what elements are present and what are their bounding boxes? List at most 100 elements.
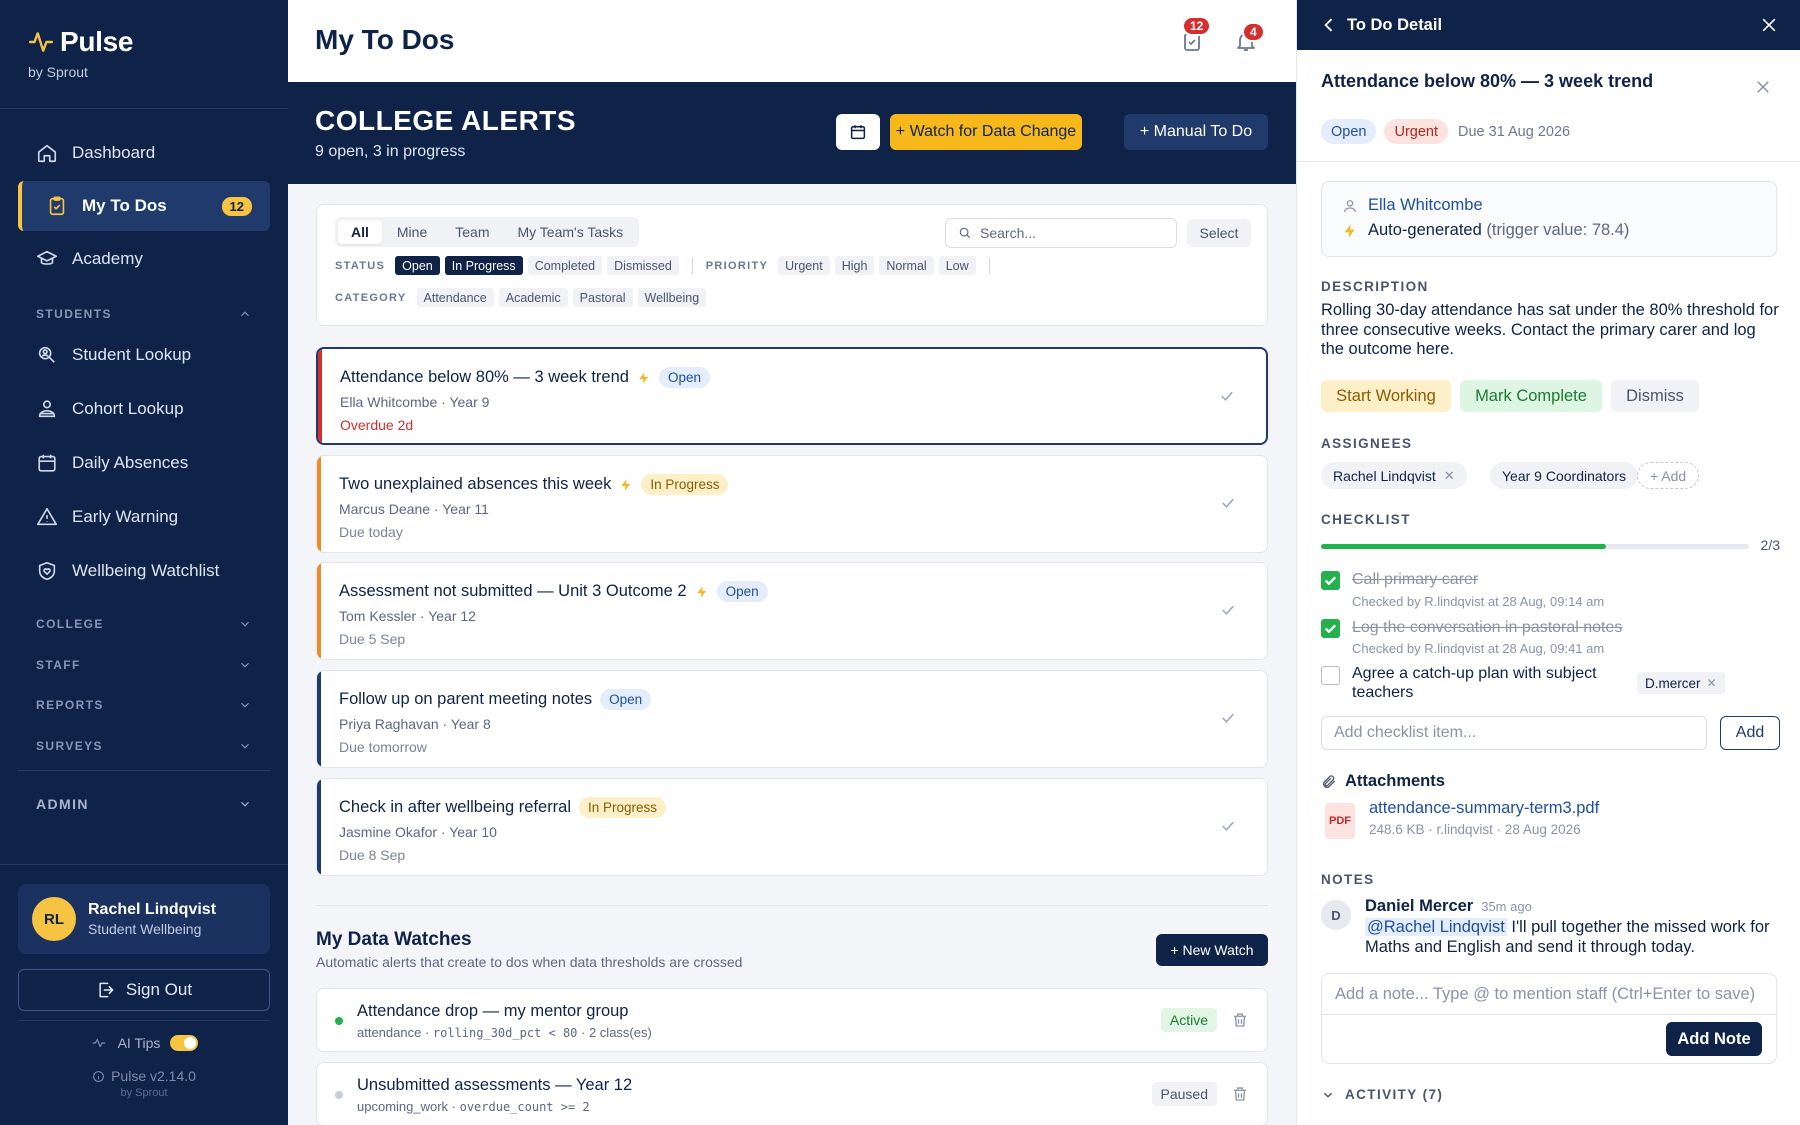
checklist-assignee-chip[interactable]: D.mercer ✕ bbox=[1637, 672, 1725, 694]
section-staff[interactable]: STAFF bbox=[36, 658, 252, 672]
activity-toggle[interactable]: ACTIVITY (7) bbox=[1321, 1087, 1443, 1102]
add-checklist-input[interactable]: Add checklist item... bbox=[1321, 716, 1707, 750]
chip-priority-urgent[interactable]: Urgent bbox=[778, 256, 830, 275]
todo-card[interactable]: Follow up on parent meeting notes Open Pri… bbox=[316, 670, 1268, 768]
tab-all[interactable]: All bbox=[338, 220, 382, 244]
todo-title: Two unexplained absences this week bbox=[339, 475, 612, 493]
chip-category-attendance[interactable]: Attendance bbox=[416, 288, 494, 307]
tab-my-teams-tasks[interactable]: My Team's Tasks bbox=[504, 220, 636, 244]
close-icon[interactable] bbox=[1754, 78, 1772, 96]
assignee-name: Rachel Lindqvist bbox=[1333, 467, 1436, 484]
section-reports[interactable]: REPORTS bbox=[36, 698, 252, 712]
status-badge[interactable]: Paused bbox=[1151, 1082, 1217, 1106]
add-assignee-button[interactable]: + Add bbox=[1637, 462, 1700, 489]
check-icon[interactable] bbox=[1219, 709, 1237, 727]
todo-due: Due tomorrow bbox=[339, 739, 427, 755]
section-surveys[interactable]: SURVEYS bbox=[36, 739, 252, 753]
nav-item-early-warning[interactable]: Early Warning bbox=[18, 492, 270, 542]
user-card[interactable]: RL Rachel Lindqvist Student Wellbeing bbox=[18, 884, 270, 954]
todo-due: Due 5 Sep bbox=[339, 631, 406, 647]
brand-logo[interactable]: Pulse bbox=[28, 26, 134, 58]
user-role: Student Wellbeing bbox=[88, 921, 202, 937]
divider bbox=[0, 864, 288, 865]
student-name-link[interactable]: Ella Whitcombe bbox=[1368, 196, 1483, 215]
section-college[interactable]: COLLEGE bbox=[36, 617, 252, 631]
check-icon[interactable] bbox=[1219, 494, 1237, 512]
trash-icon[interactable] bbox=[1231, 1011, 1249, 1029]
watch-row[interactable]: Attendance drop — my mentor group attend… bbox=[316, 988, 1268, 1052]
chip-category-pastoral[interactable]: Pastoral bbox=[572, 288, 633, 307]
todo-due: Overdue 2d bbox=[340, 417, 414, 433]
tab-team[interactable]: Team bbox=[442, 220, 502, 244]
paperclip-icon bbox=[1323, 774, 1335, 788]
assignee-chip[interactable]: Year 9 Coordinators bbox=[1490, 462, 1639, 489]
attachments-label: Attachments bbox=[1345, 772, 1445, 790]
manual-todo-button[interactable]: + Manual To Do bbox=[1124, 114, 1268, 150]
calendar-button[interactable] bbox=[836, 114, 880, 150]
dismiss-button[interactable]: Dismiss bbox=[1611, 380, 1699, 412]
todo-card[interactable]: Assessment not submitted — Unit 3 Outcom… bbox=[316, 562, 1268, 660]
todo-title: Attendance below 80% — 3 week trend bbox=[340, 368, 629, 386]
remove-icon[interactable]: ✕ bbox=[1707, 676, 1717, 690]
tab-mine[interactable]: Mine bbox=[384, 220, 440, 244]
mark-complete-button[interactable]: Mark Complete bbox=[1460, 380, 1602, 412]
nav-item-my-todos[interactable]: My To Dos 12 bbox=[18, 181, 270, 231]
add-note-button[interactable]: Add Note bbox=[1666, 1022, 1762, 1056]
nav-item-academy[interactable]: Academy bbox=[18, 234, 270, 284]
chip-status-completed[interactable]: Completed bbox=[527, 256, 603, 275]
trash-icon[interactable] bbox=[1231, 1085, 1249, 1103]
check-icon[interactable] bbox=[1219, 601, 1237, 619]
section-admin[interactable]: ADMIN bbox=[36, 796, 252, 812]
avatar: D bbox=[1321, 900, 1351, 930]
todo-title-row: Check in after wellbeing referral In Prog… bbox=[339, 797, 667, 818]
watch-data-change-button[interactable]: + Watch for Data Change bbox=[890, 114, 1082, 150]
ai-tips-toggle[interactable] bbox=[170, 1035, 199, 1051]
nav-item-cohort-lookup[interactable]: Cohort Lookup bbox=[18, 384, 270, 434]
chip-category-academic[interactable]: Academic bbox=[498, 288, 568, 307]
nav-item-student-lookup[interactable]: Student Lookup bbox=[18, 330, 270, 380]
home-icon bbox=[37, 144, 57, 163]
assignee-chip[interactable]: Rachel Lindqvist ✕ bbox=[1321, 462, 1467, 489]
select-button[interactable]: Select bbox=[1187, 219, 1251, 247]
nav-item-daily-absences[interactable]: Daily Absences bbox=[18, 438, 270, 488]
notification-badge: 4 bbox=[1242, 22, 1265, 42]
remove-icon[interactable]: ✕ bbox=[1444, 468, 1455, 484]
chip-priority-normal[interactable]: Normal bbox=[879, 256, 934, 275]
attachment-link[interactable]: attendance-summary-term3.pdf bbox=[1369, 799, 1599, 818]
watches-subtitle: Automatic alerts that create to dos when… bbox=[316, 954, 743, 970]
checklist-checkbox[interactable] bbox=[1321, 619, 1340, 638]
chevron-down-icon bbox=[1324, 1092, 1332, 1098]
todo-card[interactable]: Two unexplained absences this week In Pro… bbox=[316, 455, 1268, 553]
clipboard-check-icon bbox=[49, 196, 65, 216]
section-students[interactable]: STUDENTS bbox=[36, 307, 252, 321]
add-checklist-button[interactable]: Add bbox=[1720, 716, 1780, 750]
mention-link[interactable]: @Rachel Lindqvist bbox=[1365, 918, 1507, 936]
chevron-left-icon[interactable] bbox=[1319, 15, 1339, 35]
sign-out-button[interactable]: Sign Out bbox=[18, 969, 270, 1011]
new-watch-button[interactable]: + New Watch bbox=[1156, 934, 1268, 966]
start-working-button[interactable]: Start Working bbox=[1321, 380, 1451, 412]
chip-category-wellbeing[interactable]: Wellbeing bbox=[637, 288, 707, 307]
chip-status-in-progress[interactable]: In Progress bbox=[444, 256, 523, 275]
nav-item-wellbeing-watchlist[interactable]: Wellbeing Watchlist bbox=[18, 546, 270, 596]
close-icon[interactable] bbox=[1759, 15, 1779, 35]
chip-priority-high[interactable]: High bbox=[834, 256, 875, 275]
check-icon bbox=[1324, 576, 1337, 586]
note-input[interactable]: Add a note... Type @ to mention staff (C… bbox=[1335, 985, 1755, 1004]
chip-status-open[interactable]: Open bbox=[395, 256, 440, 275]
chip-status-dismissed[interactable]: Dismissed bbox=[607, 256, 679, 275]
status-badge[interactable]: Active bbox=[1160, 1008, 1217, 1032]
check-icon[interactable] bbox=[1218, 387, 1236, 405]
todo-student-meta: Ella Whitcombe · Year 9 bbox=[340, 394, 490, 410]
todo-card[interactable]: Attendance below 80% — 3 week trend Open E… bbox=[316, 347, 1268, 445]
watch-row[interactable]: Unsubmitted assessments — Year 12 upcomi… bbox=[316, 1062, 1268, 1125]
chip-priority-low[interactable]: Low bbox=[938, 256, 976, 275]
search-input[interactable]: Search... bbox=[945, 218, 1177, 248]
checklist-checkbox[interactable] bbox=[1321, 666, 1340, 685]
auto-generated-label: Auto-generated (trigger value: 78.4) bbox=[1368, 221, 1629, 240]
nav-item-dashboard[interactable]: Dashboard bbox=[18, 128, 270, 178]
checklist-checkbox[interactable] bbox=[1321, 571, 1340, 590]
check-icon[interactable] bbox=[1219, 817, 1237, 835]
todo-card[interactable]: Check in after wellbeing referral In Prog… bbox=[316, 778, 1268, 876]
watch-scope: 2 class(es) bbox=[588, 1025, 652, 1040]
